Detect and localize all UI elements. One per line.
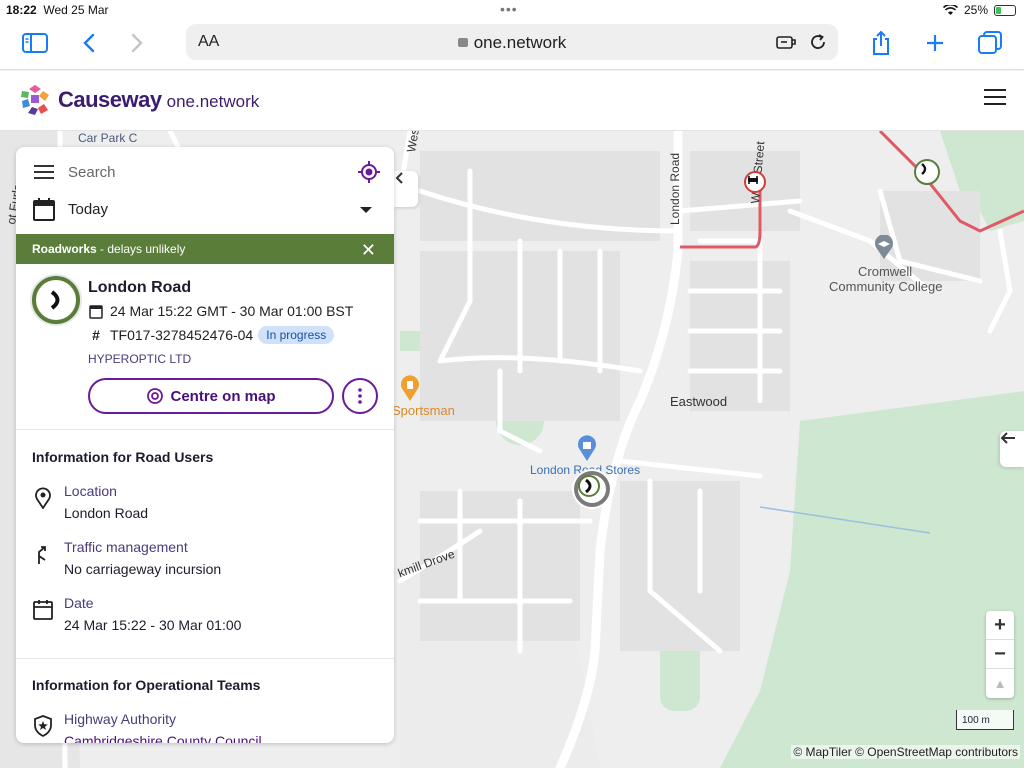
reload-icon[interactable] [806, 30, 830, 54]
work-summary: London Road 24 Mar 15:22 GMT - 30 Mar 01… [16, 264, 394, 430]
shop-icon[interactable] [577, 435, 597, 461]
address-bar[interactable]: AA one.network [186, 24, 838, 60]
back-icon[interactable] [74, 28, 104, 58]
sidebar-toggle-icon[interactable] [20, 28, 50, 58]
search-row [16, 147, 394, 197]
road-closure-icon [748, 176, 758, 184]
battery-icon [994, 4, 1016, 16]
causeway-logo[interactable]: Causeway one.network [18, 83, 259, 117]
open-right-panel-icon[interactable] [1000, 431, 1024, 467]
browser-toolbar: AA one.network [0, 20, 1024, 70]
panel-menu-icon[interactable] [34, 165, 54, 181]
date-label: Date [64, 595, 94, 611]
operational-section: Information for Operational Teams Highwa… [16, 659, 394, 743]
traffic-management-info: Traffic management No carriageway incurs… [32, 539, 372, 583]
centre-on-map-button[interactable]: Centre on map [88, 378, 334, 414]
zoom-in-button[interactable]: + [986, 611, 1014, 640]
map-label-london-road: London Road [668, 152, 682, 225]
hash-icon: # [92, 327, 100, 343]
location-value: London Road [64, 505, 149, 521]
extension-icon[interactable] [774, 30, 798, 54]
highway-authority-value[interactable]: Cambridgeshire County Council [64, 733, 262, 743]
work-organisation: HYPEROPTIC LTD [88, 352, 192, 366]
site-menu-icon[interactable] [984, 89, 1006, 107]
collapse-panel-icon[interactable] [394, 171, 418, 207]
causeway-logo-mark-icon [21, 85, 49, 115]
pub-icon[interactable] [400, 375, 420, 401]
work-reference: # TF017-3278452476-04 In progress [88, 326, 335, 344]
calendar-icon [33, 197, 55, 226]
work-title: London Road [88, 279, 192, 296]
calendar-icon [32, 599, 54, 621]
calendar-icon [88, 304, 104, 319]
search-input[interactable] [68, 161, 328, 183]
roadworks-icon [578, 475, 600, 497]
status-time: 18:22 Wed 25 Mar [6, 3, 109, 17]
zoom-out-button[interactable]: − [986, 640, 1014, 669]
highway-authority-label: Highway Authority [64, 711, 177, 727]
roadworks-icon [921, 163, 927, 175]
multitasking-dots[interactable]: ••• [500, 1, 518, 17]
roadworks-icon [32, 276, 80, 324]
shield-star-icon [32, 715, 54, 738]
forward-icon[interactable] [122, 28, 152, 58]
chevron-down-icon [360, 207, 372, 213]
roadworks-alert-bar: Roadworks - delays unlikely ✕ [16, 234, 394, 264]
lock-icon [457, 38, 468, 47]
date-filter[interactable]: Today [16, 193, 394, 233]
date-filter-label: Today [68, 201, 109, 218]
close-icon[interactable]: ✕ [361, 240, 376, 261]
school-icon[interactable] [874, 235, 894, 259]
road-users-heading: Information for Road Users [32, 449, 214, 465]
tabs-overview-icon[interactable] [975, 28, 1005, 58]
map-label-eastwood: Eastwood [670, 394, 728, 409]
share-icon[interactable] [866, 28, 896, 58]
map-label-sportsman: Sportsman [392, 403, 455, 418]
status-bar: 18:22 Wed 25 Mar ••• 25% [0, 0, 1024, 20]
target-icon [147, 388, 164, 404]
roadworks-marker[interactable] [914, 159, 940, 185]
status-badge: In progress [258, 326, 335, 344]
road-users-section: Information for Road Users Location Lond… [16, 431, 394, 659]
url-text[interactable]: one.network [186, 33, 838, 53]
new-tab-icon[interactable] [920, 28, 950, 58]
location-label: Location [64, 483, 117, 499]
brand-subname: one.network [166, 91, 260, 111]
traffic-management-icon [32, 543, 54, 565]
wifi-icon [942, 4, 958, 15]
date-value: 24 Mar 15:22 - 30 Mar 01:00 [64, 617, 242, 633]
work-dates: 24 Mar 15:22 GMT - 30 Mar 01:00 BST [88, 303, 353, 319]
roadworks-panel: Today Roadworks - delays unlikely ✕ Lond… [16, 147, 394, 743]
map-label-community-college: Community College [829, 279, 943, 294]
map-label-car-park: Car Park C [78, 131, 138, 145]
road-closure-marker[interactable] [744, 171, 766, 193]
locate-me-icon[interactable] [358, 161, 380, 183]
date-info: Date 24 Mar 15:22 - 30 Mar 01:00 [32, 595, 372, 639]
traffic-management-label: Traffic management [64, 539, 188, 555]
compass-button[interactable]: ▲ [986, 669, 1014, 698]
traffic-management-value: No carriageway incursion [64, 561, 222, 577]
roadworks-marker-selected[interactable] [574, 471, 610, 507]
map-attribution[interactable]: © MapTiler © OpenStreetMap contributors [791, 745, 1020, 759]
more-options-icon[interactable] [342, 378, 378, 414]
map-label-cromwell: Cromwell [858, 264, 913, 279]
brand-name: Causeway [58, 87, 162, 112]
zoom-controls: + − ▲ [986, 611, 1014, 698]
site-header: Causeway one.network [0, 71, 1024, 131]
highway-authority-info: Highway Authority Cambridgeshire County … [32, 711, 372, 743]
status-right: 25% [942, 3, 1016, 17]
map-scale: 100 m [956, 710, 1014, 730]
alert-text: Roadworks - delays unlikely [32, 242, 186, 256]
location-pin-icon [32, 487, 54, 510]
location-info: Location London Road [32, 483, 372, 527]
battery-percent: 25% [963, 3, 988, 17]
operational-heading: Information for Operational Teams [32, 677, 261, 693]
